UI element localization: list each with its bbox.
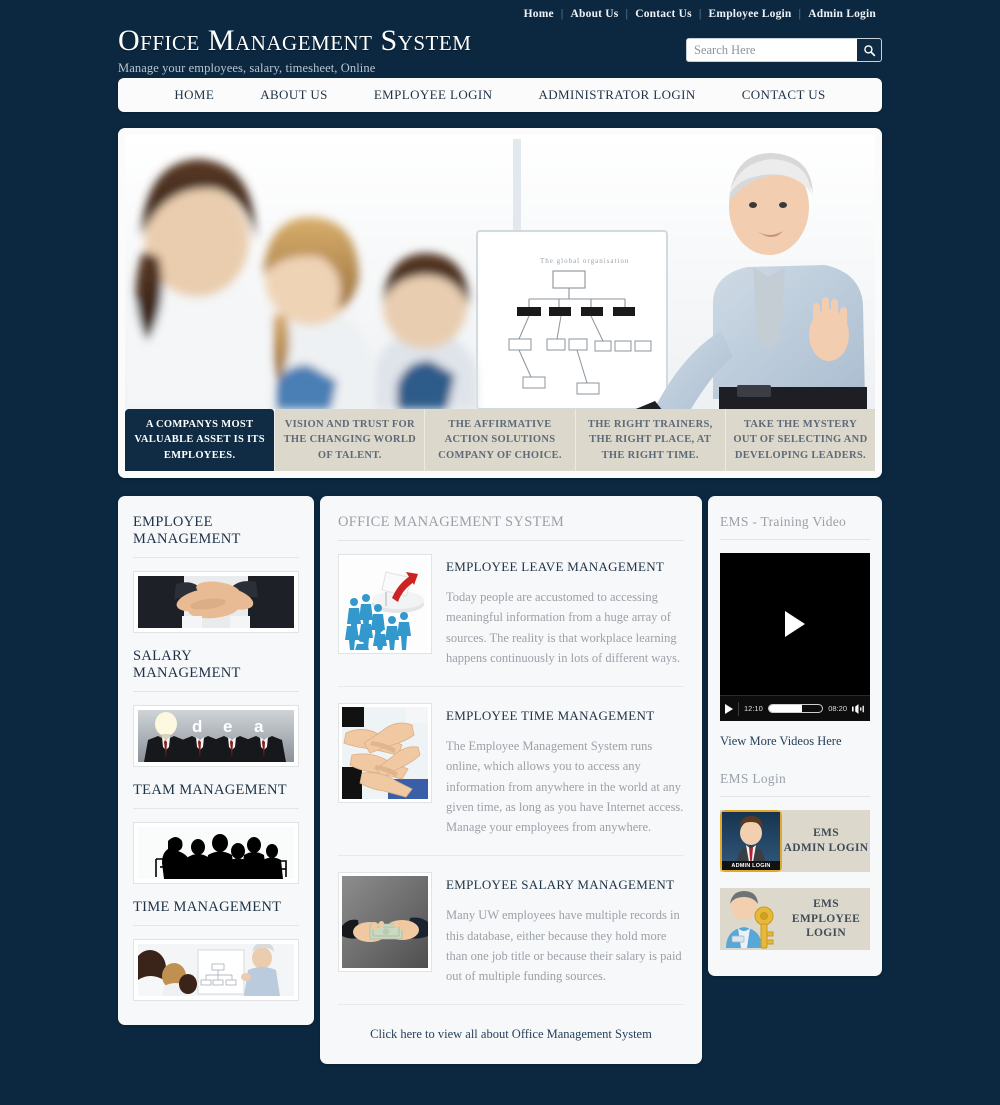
cash-exchange-photo: [342, 876, 428, 969]
banner-caption-3[interactable]: THE AFFIRMATIVE ACTION SOLUTIONS COMPANY…: [425, 409, 576, 471]
admin-avatar-icon: ADMIN LOGIN: [720, 810, 782, 872]
article-thumb-time[interactable]: [338, 703, 432, 803]
banner-caption-1[interactable]: A COMPANYS MOST VALUABLE ASSET IS ITS EM…: [125, 409, 276, 471]
video-progress-bar[interactable]: [767, 704, 824, 713]
utility-link-about[interactable]: About Us: [565, 8, 625, 20]
sidebar-thumb-salary-management[interactable]: dea: [133, 705, 299, 767]
ems-employee-login-label: EMS EMPLOYEE LOGIN: [782, 897, 870, 942]
content-area: EMPLOYEE MANAGEMENT SALARY MANAGEMENT d …: [118, 496, 882, 1065]
brand-block[interactable]: Office Management System Manage your emp…: [118, 26, 471, 76]
article-item: EMPLOYEE LEAVE MANAGEMENT Today people a…: [338, 554, 684, 687]
sidebar-thumb-team-management[interactable]: [133, 822, 299, 884]
article-item: EMPLOYEE SALARY MANAGEMENT Many UW emplo…: [338, 872, 684, 1006]
article-title[interactable]: EMPLOYEE LEAVE MANAGEMENT: [446, 559, 684, 575]
admin-login-badge: ADMIN LOGIN: [722, 861, 780, 870]
main-nav: HOME ABOUT US EMPLOYEE LOGIN ADMINISTRAT…: [118, 78, 882, 112]
play-button-icon[interactable]: [725, 703, 733, 714]
nav-separator: |: [698, 8, 702, 20]
article-title[interactable]: EMPLOYEE TIME MANAGEMENT: [446, 708, 684, 724]
banner-photo: The global organisation: [125, 135, 875, 409]
sidebar-label-salary-management[interactable]: SALARY MANAGEMENT: [133, 648, 299, 692]
svg-text:d: d: [192, 717, 202, 736]
video-remaining-time: 08:20: [828, 704, 847, 713]
nav-item-about-us[interactable]: ABOUT US: [237, 87, 351, 103]
main-content: OFFICE MANAGEMENT SYSTEM EMPLOYEE LEAVE …: [320, 496, 702, 1065]
video-player[interactable]: 12:10 08:20: [720, 553, 870, 721]
banner-caption-5[interactable]: TAKE THE MYSTERY OUT OF SELECTING AND DE…: [725, 409, 875, 471]
page-root: Home | About Us | Contact Us | Employee Login |…: [0, 0, 1000, 1065]
svg-text:a: a: [254, 717, 264, 736]
control-divider: [738, 701, 739, 716]
stacked-hands-photo: [342, 707, 428, 799]
utility-nav: Home | About Us | Contact Us | Employee Login |…: [518, 8, 882, 20]
nav-item-employee-login[interactable]: EMPLOYEE LOGIN: [351, 87, 516, 103]
utility-link-home[interactable]: Home: [518, 8, 560, 20]
ems-admin-login-label: EMS ADMIN LOGIN: [782, 826, 870, 856]
article-thumb-salary[interactable]: [338, 872, 432, 973]
video-elapsed-time: 12:10: [744, 704, 763, 713]
play-icon[interactable]: [785, 611, 805, 637]
ems-employee-login-box[interactable]: EMS EMPLOYEE LOGIN: [720, 888, 870, 950]
employee-login-line3: LOGIN: [806, 927, 846, 940]
admin-login-line2: ADMIN LOGIN: [783, 842, 869, 854]
idea-suits-photo: dea: [138, 710, 294, 762]
site-title: Office Management System: [118, 24, 472, 57]
sidebar-thumb-employee-management[interactable]: [133, 571, 299, 633]
nav-item-administrator-login[interactable]: ADMINISTRATOR LOGIN: [515, 87, 718, 103]
search-button[interactable]: [857, 39, 881, 61]
meeting-presentation-illustration: The global organisation: [125, 135, 875, 409]
article-item: EMPLOYEE TIME MANAGEMENT The Employee Ma…: [338, 703, 684, 857]
hero-banner: The global organisation A COMPANYS MOST …: [118, 128, 882, 478]
volume-icon[interactable]: [852, 703, 865, 714]
svg-text:e: e: [223, 717, 232, 736]
article-text: Many UW employees have multiple records …: [446, 908, 682, 983]
utility-link-admin-login[interactable]: Admin Login: [802, 8, 882, 20]
article-text: Today people are accustomed to accessing…: [446, 590, 681, 665]
search-input[interactable]: [687, 39, 857, 61]
banner-caption-2[interactable]: VISION AND TRUST FOR THE CHANGING WORLD …: [275, 409, 426, 471]
utility-link-contact[interactable]: Contact Us: [629, 8, 698, 20]
view-more-videos-link[interactable]: View More Videos Here: [720, 734, 842, 748]
video-controls: 12:10 08:20: [720, 695, 870, 721]
ems-admin-login-box[interactable]: ADMIN LOGIN EMS ADMIN LOGIN: [720, 810, 870, 872]
article-text: The Employee Management System runs onli…: [446, 739, 684, 834]
video-progress-fill: [768, 705, 802, 712]
nav-separator: |: [560, 8, 564, 20]
employee-key-icon: [720, 888, 782, 950]
employee-login-line2: EMPLOYEE: [791, 912, 861, 925]
sidebar-label-team-management[interactable]: TEAM MANAGEMENT: [133, 782, 299, 809]
banner-caption-4[interactable]: THE RIGHT TRAINERS, THE RIGHT PLACE, AT …: [575, 409, 726, 471]
article-title[interactable]: EMPLOYEE SALARY MANAGEMENT: [446, 877, 684, 893]
view-all-link[interactable]: Click here to view all about Office Mana…: [370, 1027, 652, 1041]
right-sidebar: EMS - Training Video 12:10 08:20 View Mo…: [708, 496, 882, 976]
employee-login-line1: EMS: [813, 897, 839, 910]
search-icon: [864, 44, 876, 56]
admin-login-line1: EMS: [813, 827, 839, 840]
ems-login-heading: EMS Login: [720, 771, 870, 797]
page-title: OFFICE MANAGEMENT SYSTEM: [338, 514, 684, 541]
left-sidebar: EMPLOYEE MANAGEMENT SALARY MANAGEMENT d …: [118, 496, 314, 1025]
nav-item-home[interactable]: HOME: [151, 87, 237, 103]
sidebar-label-time-management[interactable]: TIME MANAGEMENT: [133, 899, 299, 926]
handshake-team-photo: [138, 576, 294, 628]
site-tagline: Manage your employees, salary, timesheet…: [118, 61, 376, 75]
search-box[interactable]: [686, 38, 882, 62]
nav-item-contact-us[interactable]: CONTACT US: [719, 87, 849, 103]
utility-link-employee-login[interactable]: Employee Login: [703, 8, 798, 20]
view-all-link-wrap: Click here to view all about Office Mana…: [338, 1021, 684, 1042]
sidebar-label-employee-management[interactable]: EMPLOYEE MANAGEMENT: [133, 514, 299, 558]
employee-key-graphic: [726, 891, 774, 949]
top-bar: Home | About Us | Contact Us | Employee Login |…: [0, 0, 1000, 78]
view-more-videos-wrap: View More Videos Here: [720, 734, 870, 749]
article-thumb-leave[interactable]: [338, 554, 432, 654]
sidebar-thumb-time-management[interactable]: [133, 939, 299, 1001]
training-video-heading: EMS - Training Video: [720, 514, 870, 540]
crowd-red-arrow-photo: [342, 558, 428, 650]
video-screen[interactable]: [720, 553, 870, 695]
meeting-silhouette-photo: [138, 827, 294, 879]
svg-text:The global organisation: The global organisation: [540, 257, 629, 265]
presentation-whiteboard-photo: [138, 944, 294, 996]
banner-captions: A COMPANYS MOST VALUABLE ASSET IS ITS EM…: [125, 409, 875, 471]
